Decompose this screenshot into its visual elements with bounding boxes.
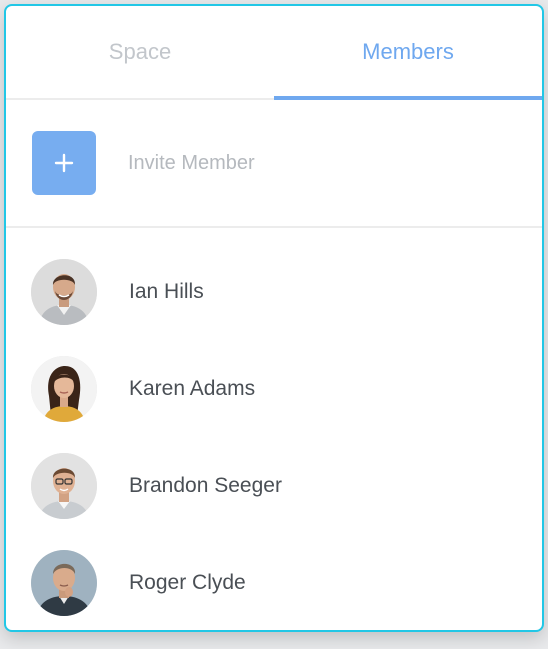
avatar-ian-hills (31, 258, 97, 325)
member-item-karen-adams[interactable]: Karen Adams (6, 340, 542, 437)
member-name: Roger Clyde (129, 570, 246, 594)
invite-member-label: Invite Member (128, 151, 255, 174)
member-list: Ian Hills Karen Adams Brandon Seeger Rog… (6, 228, 542, 630)
tab-bar: Space Members (6, 6, 542, 100)
invite-member-row[interactable]: Invite Member (6, 100, 542, 228)
tab-members[interactable]: Members (274, 6, 542, 100)
member-item-roger-clyde[interactable]: Roger Clyde (6, 534, 542, 630)
avatar-roger-clyde (31, 549, 97, 616)
tab-members-label: Members (362, 39, 454, 64)
avatar-brandon-seeger (31, 452, 97, 519)
plus-icon (54, 153, 74, 173)
avatar-karen-adams (31, 355, 97, 422)
tab-space-label: Space (108, 39, 172, 64)
tab-space[interactable]: Space (6, 6, 274, 98)
member-item-ian-hills[interactable]: Ian Hills (6, 243, 542, 340)
members-panel: Space Members Invite Member Ian Hills Ka… (4, 4, 544, 632)
member-name: Brandon Seeger (129, 473, 282, 497)
invite-member-button[interactable] (32, 131, 96, 195)
member-name: Ian Hills (129, 279, 204, 303)
member-item-brandon-seeger[interactable]: Brandon Seeger (6, 437, 542, 534)
member-name: Karen Adams (129, 376, 256, 400)
